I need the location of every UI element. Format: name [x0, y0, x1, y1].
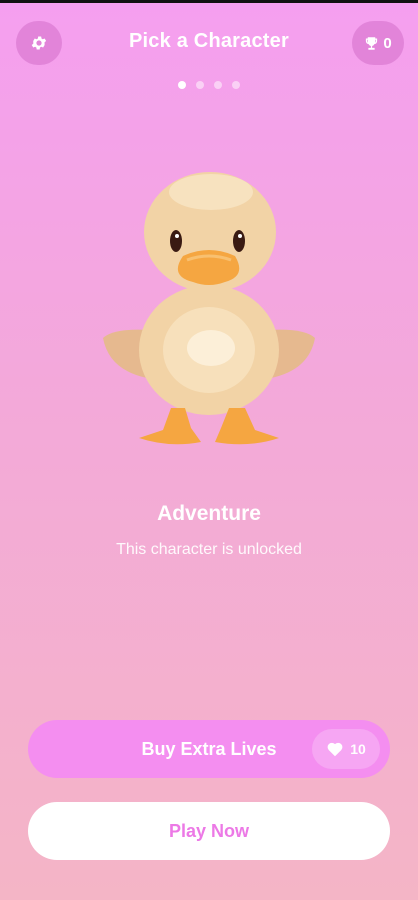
page-dot-3[interactable]: [214, 81, 222, 89]
duck-character-image[interactable]: [99, 170, 319, 460]
duck-right-foot: [215, 408, 279, 445]
play-now-button[interactable]: Play Now: [28, 802, 390, 860]
duck-left-foot: [139, 408, 201, 445]
trophy-count: 0: [383, 34, 392, 52]
character-name: Adventure: [157, 502, 261, 525]
status-bar-edge: [0, 0, 418, 3]
duck-left-eye: [170, 230, 182, 252]
lives-count: 10: [350, 741, 366, 757]
carousel-pagination: [0, 81, 418, 89]
buy-extra-lives-button[interactable]: Buy Extra Lives 10: [28, 720, 390, 778]
lives-count-badge: 10: [312, 729, 380, 769]
duck-head-highlight: [169, 174, 253, 210]
page-dot-4[interactable]: [232, 81, 240, 89]
buy-extra-lives-label: Buy Extra Lives: [141, 738, 277, 759]
page-dot-1[interactable]: [178, 81, 186, 89]
character-status: This character is unlocked: [116, 541, 302, 558]
play-now-label: Play Now: [168, 820, 250, 841]
trophy-icon: [366, 36, 378, 50]
duck-right-eye: [233, 230, 245, 252]
heart-icon: [327, 742, 343, 757]
page-dot-2[interactable]: [196, 81, 204, 89]
duck-belly-highlight: [187, 330, 235, 366]
trophy-button[interactable]: 0: [352, 21, 404, 65]
